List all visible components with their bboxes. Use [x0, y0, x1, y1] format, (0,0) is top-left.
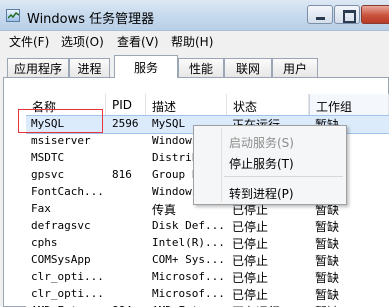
cell-name: COMSysApp — [31, 253, 91, 266]
tab-users[interactable]: 用户 — [272, 58, 318, 77]
cell-group: 暂缺 — [315, 303, 381, 307]
cell-status: 已停止 — [232, 254, 269, 268]
close-button[interactable] — [361, 5, 389, 24]
cell-name: cphs — [31, 236, 58, 249]
table-row[interactable]: COMSysApp COM+ Sys... 已停止 暂缺 — [26, 252, 389, 269]
menu-gutter — [221, 128, 222, 202]
cell-status: 已停止 — [232, 237, 269, 251]
title-bar[interactable]: Windows 任务管理器 — [0, 0, 389, 31]
column-header-description[interactable]: 描述 — [146, 94, 227, 117]
highlight-annotation — [18, 109, 103, 133]
table-row[interactable]: clr_opti... Microsof... 已停止 暂缺 — [26, 286, 389, 303]
menu-options[interactable]: 选项(O) — [61, 33, 104, 50]
cell-name: Fax — [31, 202, 51, 215]
cell-name: clr_opti... — [31, 270, 104, 283]
cell-group: 暂缺 — [315, 237, 340, 251]
tab-networking[interactable]: 联网 — [224, 58, 272, 77]
cell-name: clr_opti... — [31, 287, 104, 300]
table-row[interactable]: defragsvc Disk Def... 已停止 暂缺 — [26, 218, 389, 235]
cell-desc: Disk Def... — [152, 219, 224, 232]
tab-services[interactable]: 服务 — [114, 55, 178, 78]
cell-group: 暂缺 — [315, 220, 340, 234]
cell-desc: COM+ Sys... — [152, 253, 224, 266]
menu-file[interactable]: 文件(F) — [9, 33, 49, 50]
cell-group: 暂缺 — [315, 254, 340, 268]
maximize-button[interactable] — [334, 5, 360, 24]
minimize-button[interactable] — [307, 5, 333, 24]
cell-group: 暂缺 — [315, 288, 340, 302]
minimize-icon — [308, 6, 332, 23]
cell-group: 暂缺 — [315, 271, 340, 285]
cell-status: 已停止 — [232, 220, 269, 234]
menu-separator — [224, 176, 343, 177]
cell-name: msiserver — [31, 134, 91, 147]
column-header-pid[interactable]: PID — [106, 94, 146, 117]
cell-status: 正在运行 — [232, 303, 302, 307]
cell-status: 已停止 — [232, 271, 269, 285]
menu-help[interactable]: 帮助(H) — [171, 33, 213, 50]
column-header-group[interactable]: 工作组 — [309, 94, 389, 117]
task-manager-icon — [6, 9, 20, 22]
menu-stop-service[interactable]: 停止服务(T) — [229, 155, 294, 172]
tab-applications[interactable]: 应用程序 — [7, 58, 69, 77]
cell-pid: 2596 — [112, 117, 139, 130]
cell-name: gpsvc — [31, 168, 65, 181]
cell-desc: Intel(R)... — [152, 236, 224, 249]
cell-name: defragsvc — [31, 219, 91, 232]
window-title: Windows 任务管理器 — [27, 12, 155, 27]
column-header-status[interactable]: 状态 — [227, 94, 309, 117]
cell-name: MSDTC — [31, 151, 65, 164]
cell-name: FontCach... — [31, 185, 104, 198]
table-row[interactable]: cphs Intel(R)... 已停止 暂缺 — [26, 235, 389, 252]
menu-bar: 文件(F) 选项(O) 查看(V) 帮助(H) — [0, 31, 389, 50]
menu-go-to-process[interactable]: 转到进程(P) — [229, 185, 294, 202]
context-menu: 启动服务(S) 停止服务(T) 转到进程(P) — [193, 125, 347, 205]
maximize-icon — [335, 6, 359, 23]
menu-view[interactable]: 查看(V) — [117, 33, 159, 50]
table-row[interactable]: AMD Exte...884AMD Exte...正在运行暂缺 — [26, 303, 389, 307]
tab-processes[interactable]: 进程 — [69, 58, 110, 77]
cell-desc: Microsof... — [152, 270, 224, 283]
cell-status: 已停止 — [232, 288, 269, 302]
table-row[interactable]: clr_opti... Microsof... 已停止 暂缺 — [26, 269, 389, 286]
menu-start-service[interactable]: 启动服务(S) — [229, 134, 294, 151]
cell-pid: 816 — [112, 168, 132, 181]
cell-desc: Microsof... — [152, 287, 224, 300]
tab-performance[interactable]: 性能 — [178, 58, 224, 77]
